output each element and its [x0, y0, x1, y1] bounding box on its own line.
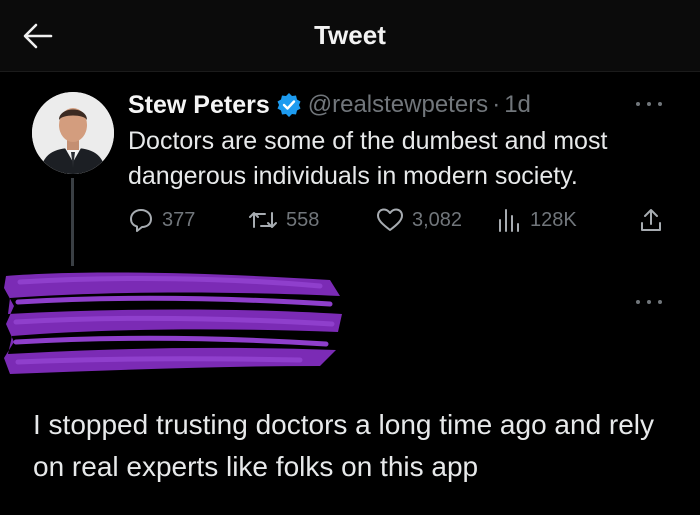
more-dot-icon — [658, 102, 662, 106]
reply-more-options-button[interactable] — [636, 294, 662, 310]
share-icon — [641, 209, 661, 231]
more-dot-icon — [636, 102, 640, 106]
retweet-icon — [249, 212, 277, 228]
heart-icon — [377, 208, 403, 231]
avatar[interactable] — [32, 92, 114, 174]
author-row: Stew Peters @realstewpeters · 1d — [128, 88, 531, 122]
tweet-actions: 377 558 3,082 128K — [128, 205, 668, 235]
top-bar: Tweet — [0, 0, 700, 72]
more-options-button[interactable] — [636, 96, 662, 112]
page-title: Tweet — [314, 20, 386, 50]
reply-text: I stopped trusting doctors a long time a… — [33, 409, 655, 482]
like-count: 3,082 — [412, 208, 463, 231]
redaction-scribble — [4, 272, 342, 374]
reply-icon — [130, 209, 152, 232]
more-dot-icon — [658, 300, 662, 304]
views-button[interactable]: 128K — [496, 205, 577, 235]
profile-photo-icon — [32, 92, 114, 174]
retweet-count: 558 — [286, 208, 320, 231]
tweet-text: Doctors are some of the dumbest and most… — [128, 127, 608, 190]
reply-count: 377 — [162, 208, 196, 231]
reply-button[interactable]: 377 — [128, 205, 195, 235]
more-dot-icon — [636, 300, 640, 304]
like-button[interactable]: 3,082 — [376, 205, 462, 235]
share-button[interactable] — [638, 205, 672, 235]
author-handle[interactable]: @realstewpeters — [308, 91, 488, 119]
more-dot-icon — [647, 300, 651, 304]
thread-line — [71, 178, 74, 266]
more-dot-icon — [647, 102, 651, 106]
bar-chart-icon — [499, 209, 519, 232]
retweet-button[interactable]: 558 — [248, 205, 319, 235]
author-name[interactable]: Stew Peters — [128, 91, 270, 120]
view-count: 128K — [530, 208, 577, 231]
verified-badge-icon — [277, 93, 301, 117]
tweet-time[interactable]: 1d — [504, 91, 531, 119]
dot-separator: · — [492, 91, 501, 118]
